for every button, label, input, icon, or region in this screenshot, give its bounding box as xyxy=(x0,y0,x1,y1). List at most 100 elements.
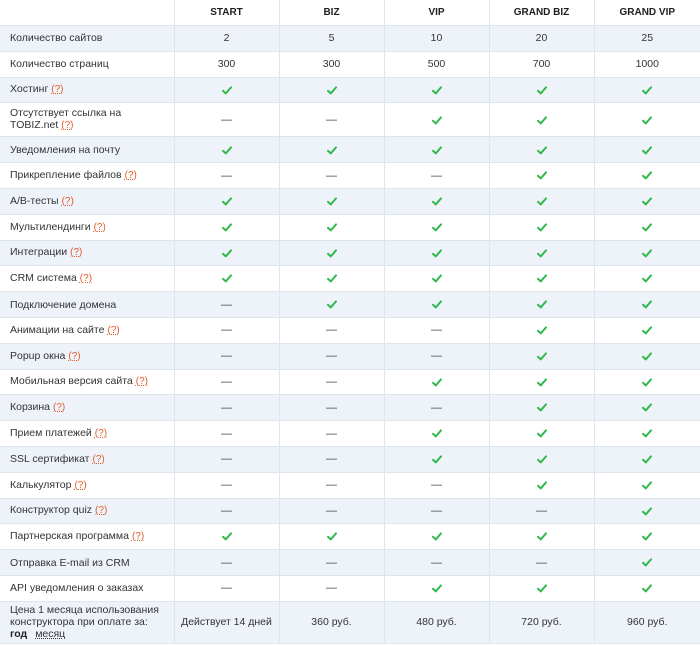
feature-label: Количество страниц xyxy=(10,58,109,71)
plan-value-cell xyxy=(384,239,490,266)
plan-value-cell xyxy=(594,342,700,370)
plan-price-cell: 960 руб. xyxy=(594,600,700,644)
help-tooltip-link[interactable]: (?) xyxy=(93,454,105,465)
feature-label: CRM система xyxy=(10,272,77,285)
feature-label-cell: CRM система (?) xyxy=(0,265,175,292)
check-icon xyxy=(642,300,653,309)
period-year-option[interactable]: год xyxy=(10,628,27,640)
plan-value-cell: — xyxy=(174,394,280,421)
check-icon xyxy=(431,455,442,464)
check-icon xyxy=(221,197,232,206)
not-included-dash: — xyxy=(221,556,232,569)
plan-value: 20 xyxy=(535,32,548,45)
plan-value-cell: — xyxy=(174,420,280,447)
plan-value-cell xyxy=(174,136,280,163)
plan-value-cell xyxy=(489,523,595,550)
plan-value-cell: 700 xyxy=(489,50,595,78)
check-icon xyxy=(642,223,653,232)
check-icon xyxy=(536,378,547,387)
check-icon xyxy=(642,86,653,95)
feature-label-cell: A/B-тесты (?) xyxy=(0,187,175,215)
plan-value-cell xyxy=(594,368,700,395)
feature-label: Уведомления на почту xyxy=(10,143,121,156)
check-icon xyxy=(326,274,337,283)
plan-value-cell: — xyxy=(384,316,490,344)
not-included-dash: — xyxy=(221,375,232,388)
plan-value-cell xyxy=(594,76,700,103)
feature-rows: Количество сайтов 2 5 10 20 25 Количество стра… xyxy=(0,25,700,644)
check-icon xyxy=(221,274,232,283)
check-icon xyxy=(536,249,547,258)
plan-value-cell xyxy=(174,187,280,215)
help-tooltip-link[interactable]: (?) xyxy=(70,247,82,258)
plan-value: 10 xyxy=(430,32,443,45)
plan-header: GRAND BIZ xyxy=(489,0,595,26)
help-tooltip-link[interactable]: (?) xyxy=(61,120,73,131)
feature-label: Конструктор quiz xyxy=(10,504,93,517)
not-included-dash: — xyxy=(221,350,232,363)
check-icon xyxy=(536,481,547,490)
plan-price-cell: 360 руб. xyxy=(279,600,385,644)
feature-label-cell: Мультилендинги (?) xyxy=(0,213,175,241)
plan-value: 300 xyxy=(217,58,236,71)
help-tooltip-link[interactable]: (?) xyxy=(125,170,137,181)
plan-value: 700 xyxy=(532,58,551,71)
check-icon xyxy=(431,197,442,206)
not-included-dash: — xyxy=(221,324,232,337)
check-icon xyxy=(642,403,653,412)
help-tooltip-link[interactable]: (?) xyxy=(95,505,107,516)
help-tooltip-link[interactable]: (?) xyxy=(80,273,92,284)
plan-value-cell xyxy=(489,394,595,421)
check-icon xyxy=(536,86,547,95)
not-included-dash: — xyxy=(431,556,442,569)
feature-column-header xyxy=(0,0,175,26)
plan-value-cell xyxy=(279,213,385,241)
check-icon xyxy=(642,481,653,490)
help-tooltip-link[interactable]: (?) xyxy=(107,325,119,336)
feature-label: Количество сайтов xyxy=(10,32,103,45)
plan-value-cell xyxy=(594,162,700,189)
plan-value-cell: — xyxy=(384,394,490,421)
help-tooltip-link[interactable]: (?) xyxy=(53,402,65,413)
not-included-dash: — xyxy=(326,169,337,182)
plan-header: GRAND VIP xyxy=(619,7,676,18)
feature-label-cell: Отправка E-mail из CRM xyxy=(0,549,175,576)
check-icon xyxy=(326,300,337,309)
not-included-dash: — xyxy=(221,582,232,595)
feature-row: Отправка E-mail из CRM — — — — xyxy=(0,549,700,576)
plan-value: 25 xyxy=(641,32,654,45)
plan-value-cell: — xyxy=(174,316,280,344)
help-tooltip-link[interactable]: (?) xyxy=(132,531,144,542)
not-included-dash: — xyxy=(431,504,442,517)
help-tooltip-link[interactable]: (?) xyxy=(51,84,63,95)
help-tooltip-link[interactable]: (?) xyxy=(136,376,148,387)
plan-value-cell xyxy=(489,187,595,215)
help-tooltip-link[interactable]: (?) xyxy=(95,428,107,439)
plan-value-cell xyxy=(594,445,700,473)
plan-value-cell: — xyxy=(279,549,385,576)
plan-value-cell: — xyxy=(279,394,385,421)
help-tooltip-link[interactable]: (?) xyxy=(74,480,86,491)
check-icon xyxy=(536,403,547,412)
check-icon xyxy=(431,300,442,309)
plan-value-cell xyxy=(489,316,595,344)
feature-row: Прикрепление файлов (?) — — — xyxy=(0,162,700,189)
feature-label-cell: Корзина (?) xyxy=(0,394,175,421)
feature-row: CRM система (?) xyxy=(0,265,700,292)
feature-label-cell: Уведомления на почту xyxy=(0,136,175,163)
feature-label-cell: Анимации на сайте (?) xyxy=(0,316,175,344)
help-tooltip-link[interactable]: (?) xyxy=(62,196,74,207)
not-included-dash: — xyxy=(221,401,232,414)
check-icon xyxy=(642,584,653,593)
not-included-dash: — xyxy=(221,504,232,517)
feature-label: Анимации на сайте xyxy=(10,323,105,336)
feature-label: Корзина xyxy=(10,401,50,414)
plan-value-cell xyxy=(489,239,595,266)
price-label: Цена 1 месяца использования конструктора… xyxy=(10,604,159,629)
feature-label-cell: Отсутствует ссылка на TOBIZ.net (?) xyxy=(0,102,175,137)
check-icon xyxy=(536,429,547,438)
feature-label: Popup окна xyxy=(10,349,66,362)
help-tooltip-link[interactable]: (?) xyxy=(94,222,106,233)
period-month-option[interactable]: месяц xyxy=(35,628,65,640)
help-tooltip-link[interactable]: (?) xyxy=(68,351,80,362)
